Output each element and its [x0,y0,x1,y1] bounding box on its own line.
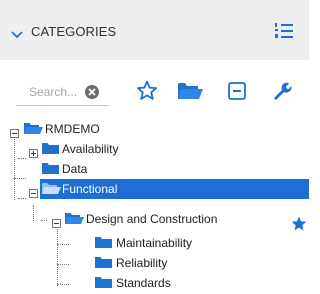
tree-node-label: Reliability [116,256,168,270]
tree-node-label: RMDEMO [45,122,100,136]
search-input[interactable] [29,84,85,100]
folder-icon [95,276,112,294]
category-tree: RMDEMO Availability Data Functional Desi… [0,118,309,291]
tree-node-label: Standards [116,276,171,290]
folder-icon [95,256,112,274]
tree-node-design-and-construction[interactable]: Design and Construction [0,209,309,229]
tree-connector [18,198,26,199]
collapse-all-icon[interactable] [228,82,246,105]
tree-node-data[interactable]: Data [0,159,309,179]
tree-toolbar [0,70,309,114]
collapse-toggle-icon[interactable] [29,185,38,203]
tree-node-functional[interactable]: Functional [40,179,309,199]
panel-header: CATEGORIES [0,0,309,60]
chevron-down-icon[interactable] [11,26,23,44]
tree-node-label: Design and Construction [86,212,218,226]
tree-node-standards[interactable]: Standards [0,273,309,293]
collapse-toggle-icon[interactable] [52,215,61,233]
folder-open-icon [65,212,84,230]
tree-node-availability[interactable]: Availability [0,139,309,159]
folder-open-icon [24,122,43,140]
tree-node-reliability[interactable]: Reliability [0,253,309,273]
tree-node-label: Availability [62,142,119,156]
tree-node-label: Maintainability [116,236,193,250]
folder-icon [42,162,59,180]
search-box [17,77,109,106]
favorite-star-icon[interactable] [136,80,158,106]
folder-open-icon[interactable] [178,82,203,105]
tree-node-rmdemo[interactable]: RMDEMO [0,119,309,139]
panel-title: CATEGORIES [31,24,117,39]
wrench-icon[interactable] [272,81,292,106]
folder-icon [95,236,112,254]
folder-icon [42,142,59,160]
tree-node-maintainability[interactable]: Maintainability [0,233,309,253]
clear-icon[interactable] [85,85,99,104]
numbered-list-icon[interactable] [275,23,293,44]
tree-node-label: Functional [62,182,118,196]
tree-node-label: Data [62,162,88,176]
folder-open-icon [42,182,61,200]
